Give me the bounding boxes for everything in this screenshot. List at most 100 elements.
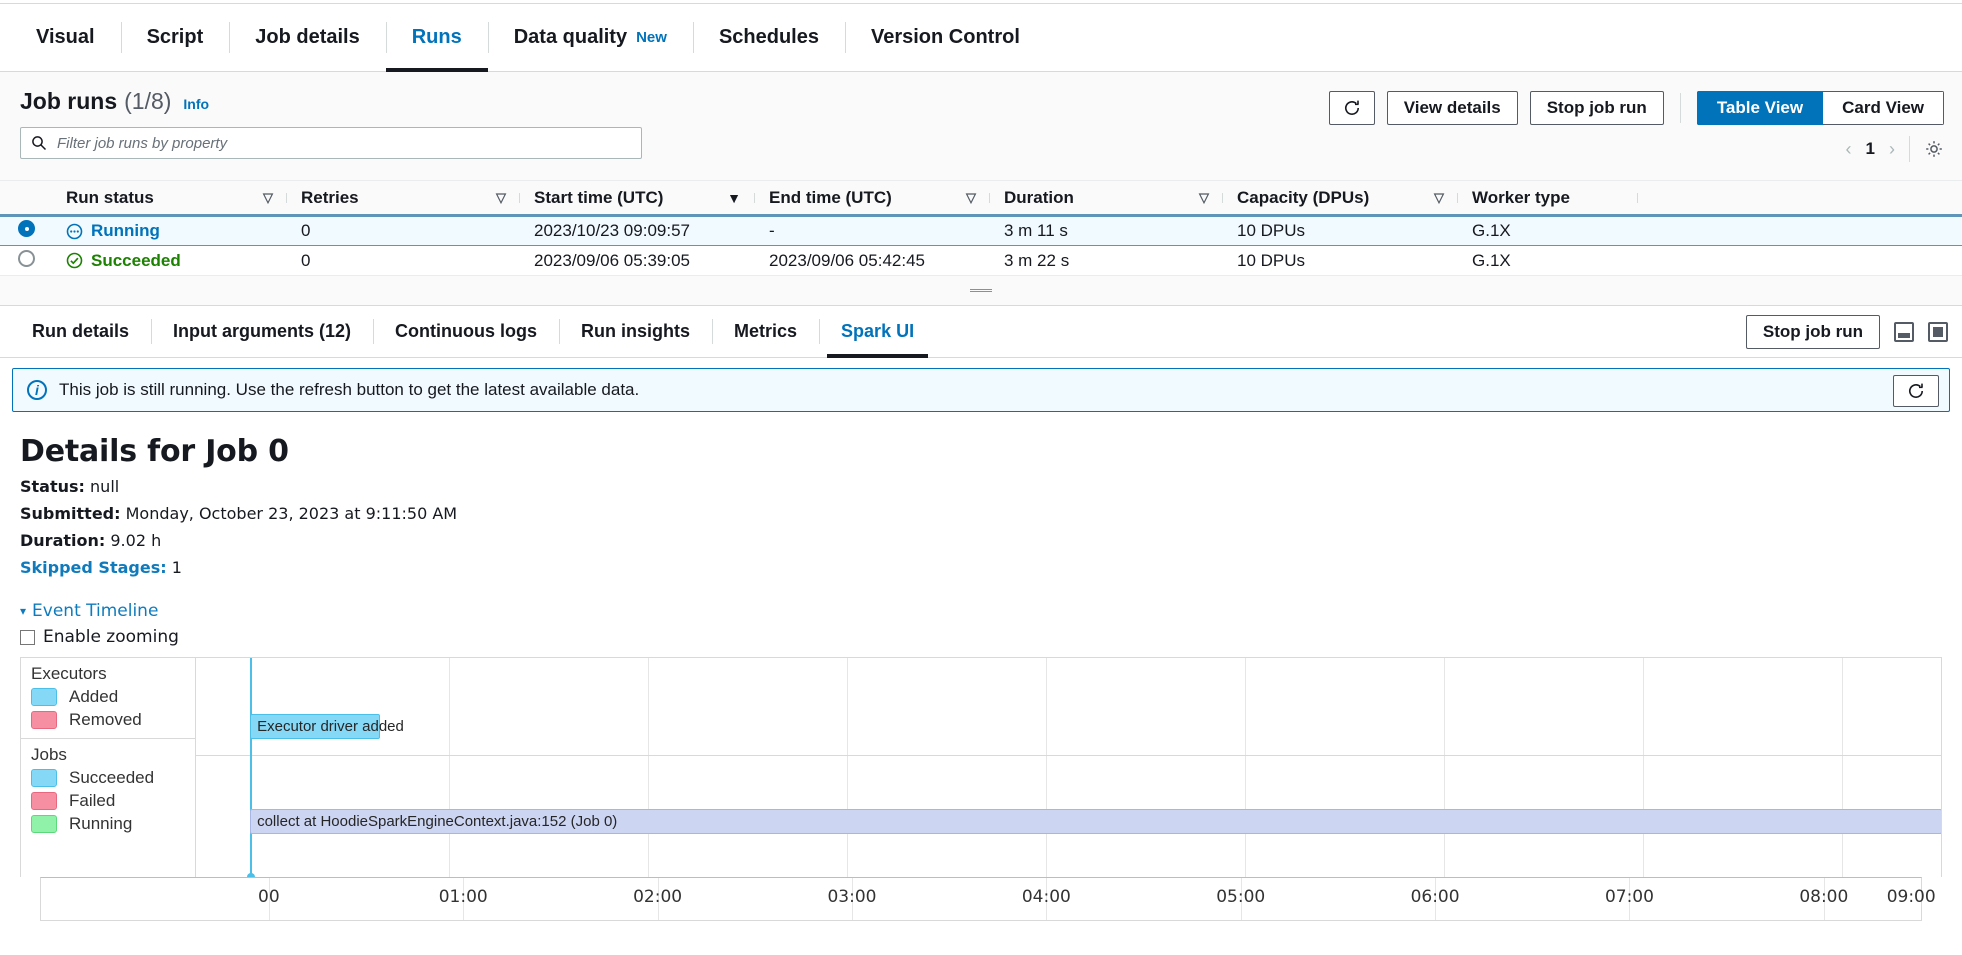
card-view-button[interactable]: Card View (1823, 91, 1944, 125)
refresh-button[interactable] (1328, 91, 1375, 125)
timeline-bar-executor-added[interactable]: Executor driver added (250, 714, 404, 739)
legend-item-succeeded: Succeeded (31, 768, 195, 788)
cell-start-time: 2023/09/06 05:39:05 (534, 250, 690, 270)
cell-worker-type: G.1X (1472, 221, 1511, 240)
field-key: Submitted: (20, 504, 121, 523)
tab-label: Run insights (581, 321, 691, 341)
tab-schedules[interactable]: Schedules (692, 4, 845, 71)
tab-label: Version Control (870, 26, 1020, 48)
legend-group-title: Jobs (31, 745, 67, 764)
spark-job-title: Details for Job 0 (20, 434, 289, 469)
view-details-button[interactable]: View details (1386, 91, 1518, 125)
column-label: Duration (1004, 187, 1074, 207)
tab-label: Runs (411, 26, 462, 48)
column-header-duration[interactable]: Duration ▽ (990, 188, 1223, 208)
sort-icon: ▽ (966, 189, 976, 205)
column-header-retries[interactable]: Retries ▽ (287, 188, 520, 208)
axis-label: 04:00 (1021, 887, 1071, 907)
info-alert: i This job is still running. Use the ref… (12, 368, 1950, 412)
legend-group-executors: Executors Added Removed (21, 658, 195, 738)
tab-run-details[interactable]: Run details (10, 306, 151, 357)
field-value: null (90, 477, 120, 496)
tab-input-arguments[interactable]: Input arguments (12) (151, 306, 373, 357)
tab-label: Script (146, 26, 204, 48)
column-label: Start time (UTC) (534, 187, 664, 207)
gear-icon[interactable] (1924, 139, 1944, 159)
spark-ui-content: Details for Job 0 Status: null Submitted… (0, 412, 1962, 647)
tab-label: Spark UI (841, 321, 915, 341)
split-panel-icon[interactable] (1894, 322, 1914, 342)
tab-spark-ui[interactable]: Spark UI (819, 306, 936, 358)
event-timeline-label: Event Timeline (32, 601, 159, 621)
row-select-cell[interactable] (0, 220, 52, 242)
filter-field[interactable] (20, 127, 642, 159)
axis-label: 01:00 (438, 887, 488, 907)
timeline-canvas[interactable]: Executor driver added collect at HoodieS… (196, 658, 1941, 877)
refresh-icon (1909, 383, 1923, 398)
legend-label: Added (69, 687, 119, 706)
timeline-legend: Executors Added Removed Jobs Succeeded F… (21, 658, 196, 877)
search-icon (32, 136, 47, 151)
tab-version-control[interactable]: Version Control (844, 4, 1046, 71)
splitter-grip-icon[interactable] (970, 289, 992, 292)
alert-refresh-button[interactable] (1893, 375, 1939, 407)
legend-swatch (31, 688, 57, 706)
skipped-stages-link[interactable]: Skipped Stages: (20, 558, 167, 577)
column-label: End time (UTC) (769, 187, 892, 207)
field-key: Status: (20, 477, 85, 496)
legend-label: Removed (69, 710, 142, 729)
column-label: Worker type (1472, 187, 1570, 207)
bar-label: collect at HoodieSparkEngineContext.java… (257, 813, 618, 830)
column-header-capacity[interactable]: Capacity (DPUs) ▽ (1223, 188, 1458, 208)
full-panel-icon[interactable] (1928, 322, 1948, 342)
panel-splitter[interactable] (0, 276, 1962, 306)
table-view-button[interactable]: Table View (1696, 91, 1824, 125)
tab-run-insights[interactable]: Run insights (559, 306, 712, 357)
prev-page-button[interactable]: ‹ (1846, 139, 1852, 160)
current-page[interactable]: 1 (1866, 139, 1875, 159)
stop-job-run-button[interactable]: Stop job run (1529, 91, 1664, 125)
next-page-button[interactable]: › (1889, 139, 1895, 160)
legend-swatch (31, 769, 57, 787)
table-row[interactable]: Succeeded 0 2023/09/06 05:39:05 2023/09/… (0, 246, 1962, 276)
timeline-bar-job-0[interactable]: collect at HoodieSparkEngineContext.java… (250, 809, 1941, 834)
tab-continuous-logs[interactable]: Continuous logs (373, 306, 559, 357)
table-header-row: Run status ▽ Retries ▽ Start time (UTC) … (0, 180, 1962, 216)
table-row[interactable]: Running 0 2023/10/23 09:09:57 - 3 m 11 s… (0, 216, 1962, 246)
sort-icon: ▽ (496, 189, 506, 205)
column-header-start-time[interactable]: Start time (UTC) ▼ (520, 188, 755, 208)
job-runs-actions: View details Stop job run Table View Car… (1328, 91, 1944, 125)
button-label: Card View (1842, 98, 1924, 117)
enable-zooming-row: Enable zooming (20, 627, 1942, 647)
timeline-wrap: Executors Added Removed Jobs Succeeded F… (0, 657, 1962, 921)
tab-visual[interactable]: Visual (10, 4, 121, 71)
cell-worker-type: G.1X (1472, 250, 1511, 270)
tab-runs[interactable]: Runs (385, 4, 488, 72)
cell-end-time: - (769, 221, 775, 240)
column-header-run-status[interactable]: Run status ▽ (52, 188, 287, 208)
tab-metrics[interactable]: Metrics (712, 306, 819, 357)
legend-group-title: Executors (31, 664, 107, 683)
detail-stop-job-run-button[interactable]: Stop job run (1745, 315, 1880, 349)
tab-script[interactable]: Script (120, 4, 230, 71)
tab-label: Visual (36, 26, 95, 48)
cell-start-time: 2023/10/23 09:09:57 (534, 221, 690, 240)
search-input[interactable] (55, 133, 631, 153)
row-radio-selected[interactable] (18, 220, 35, 237)
enable-zooming-checkbox[interactable] (20, 629, 35, 645)
button-label: Table View (1716, 98, 1804, 117)
tab-label: Job details (255, 26, 360, 48)
tab-label: Input arguments (12) (173, 321, 352, 341)
row-radio[interactable] (18, 249, 35, 267)
row-select-cell[interactable] (0, 249, 52, 272)
column-label: Run status (66, 187, 154, 207)
cell-retries: 0 (301, 250, 311, 270)
event-timeline-toggle[interactable]: ▾ Event Timeline (20, 601, 1942, 621)
info-link[interactable]: Info (183, 96, 209, 112)
timeline-axis: 00 01:00 02:00 03:00 04:00 05:00 06:00 0… (40, 877, 1936, 921)
button-label: Stop job run (1762, 322, 1863, 341)
tab-data-quality[interactable]: Data quality New (487, 4, 693, 71)
tab-job-details[interactable]: Job details (229, 4, 385, 71)
column-header-end-time[interactable]: End time (UTC) ▽ (755, 188, 990, 208)
tab-label: Run details (32, 321, 130, 341)
